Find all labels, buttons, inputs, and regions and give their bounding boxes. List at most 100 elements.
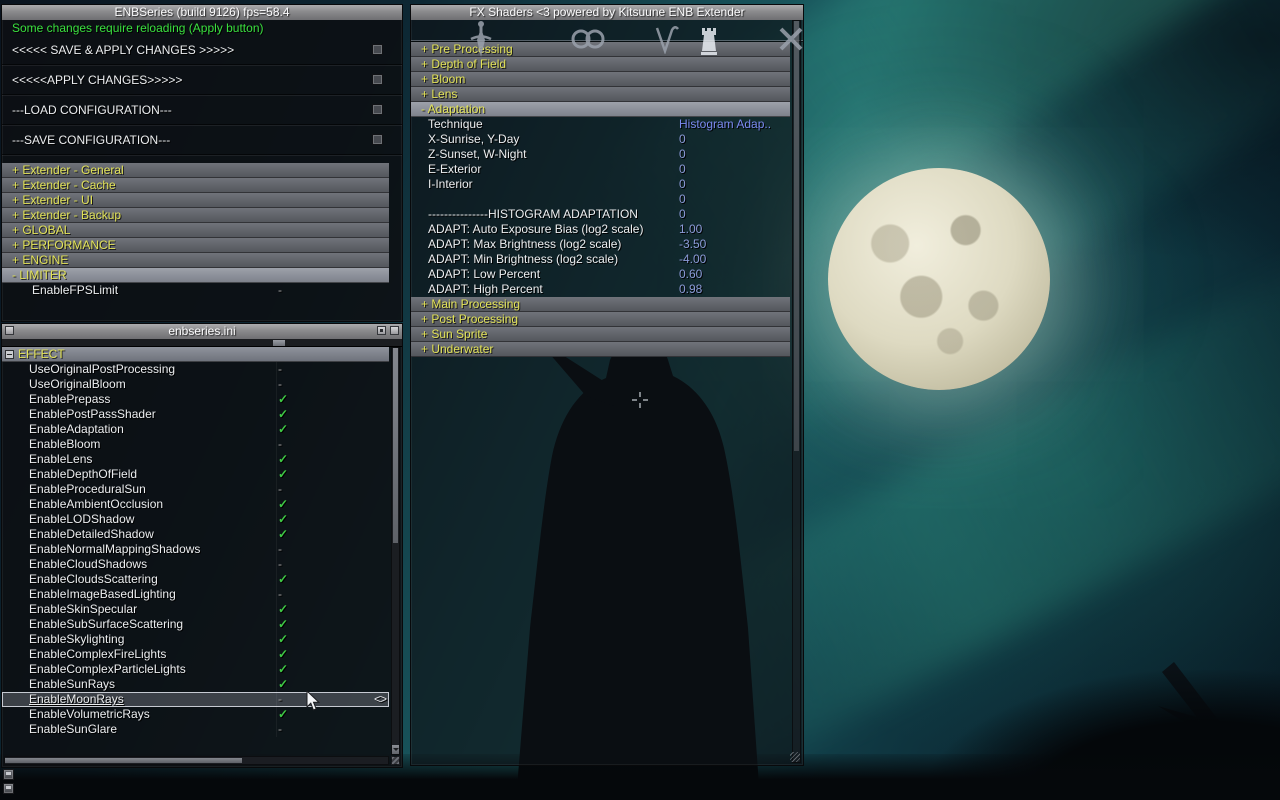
shader-group-row[interactable]: + Sun Sprite: [411, 327, 790, 342]
scroll-down-arrow-icon[interactable]: [392, 745, 399, 754]
param-value[interactable]: -: [278, 283, 282, 298]
ini-setting-row[interactable]: EnableComplexParticleLights ✓: [2, 662, 389, 677]
ini-setting-row[interactable]: EnableLens ✓: [2, 452, 389, 467]
action-checkbox[interactable]: [372, 74, 383, 85]
shader-param-value[interactable]: 0.98: [679, 282, 702, 297]
ini-setting-value[interactable]: ✓: [278, 392, 288, 407]
ini-setting-row[interactable]: EnableCloudsScattering ✓: [2, 572, 389, 587]
ini-setting-value[interactable]: -: [278, 587, 282, 602]
shader-param-value[interactable]: 0: [679, 207, 686, 222]
shader-param-row[interactable]: ---------------HISTOGRAM ADAPTATION 0: [411, 207, 803, 222]
ini-setting-value[interactable]: ✓: [278, 497, 288, 512]
ini-setting-value[interactable]: ✓: [278, 677, 288, 692]
category-row[interactable]: - LIMITER: [2, 268, 389, 283]
resize-grip[interactable]: [790, 752, 800, 762]
vertical-scrollbar[interactable]: [391, 347, 400, 755]
ini-setting-row[interactable]: EnablePostPassShader ✓: [2, 407, 389, 422]
ini-setting-value[interactable]: ✓: [278, 662, 288, 677]
ini-setting-value[interactable]: ✓: [278, 572, 288, 587]
minimized-window-icon-1[interactable]: [3, 769, 14, 780]
shader-param-row[interactable]: Z-Sunset, W-Night 0: [411, 147, 803, 162]
ini-setting-value[interactable]: ✓: [278, 527, 288, 542]
shader-group-row[interactable]: + Pre Processing: [411, 42, 790, 57]
shader-param-value[interactable]: -3.50: [679, 237, 706, 252]
param-row[interactable]: EnableFPSLimit -: [2, 283, 389, 298]
category-row[interactable]: + Extender - Cache: [2, 178, 389, 193]
shader-param-value[interactable]: 0: [679, 177, 686, 192]
action-button-row[interactable]: <<<<<APPLY CHANGES>>>>>: [2, 65, 402, 95]
shader-param-row[interactable]: ADAPT: High Percent 0.98: [411, 282, 803, 297]
ini-setting-row[interactable]: EnableSubSurfaceScattering ✓: [2, 617, 389, 632]
ini-setting-row[interactable]: EnableDepthOfField ✓: [2, 467, 389, 482]
ini-setting-row[interactable]: EnableSkylighting ✓: [2, 632, 389, 647]
shader-param-row[interactable]: ADAPT: Low Percent 0.60: [411, 267, 803, 282]
value-stepper[interactable]: <>: [374, 692, 387, 707]
category-row[interactable]: + Extender - UI: [2, 193, 389, 208]
close-icon[interactable]: [390, 326, 399, 335]
vertical-scrollbar[interactable]: [792, 20, 801, 763]
shader-param-value[interactable]: 0.60: [679, 267, 702, 282]
scrollbar-handle[interactable]: [5, 758, 243, 763]
shader-param-value[interactable]: Histogram Adap..: [679, 117, 771, 132]
shader-param-value[interactable]: 1.00: [679, 222, 702, 237]
shader-group-row[interactable]: - Adaptation: [411, 102, 790, 117]
horizontal-scrollbar[interactable]: [4, 756, 389, 765]
ini-setting-row[interactable]: EnableSunGlare -: [2, 722, 389, 737]
ini-setting-row[interactable]: EnableCloudShadows -: [2, 557, 389, 572]
ini-setting-value[interactable]: -: [278, 437, 282, 452]
enbseries-titlebar[interactable]: ENBSeries (build 9126) fps=58.4: [2, 5, 402, 20]
fx-titlebar[interactable]: FX Shaders <3 powered by Kitsuune ENB Ex…: [411, 5, 803, 20]
category-row[interactable]: + Extender - General: [2, 163, 389, 178]
ini-setting-value[interactable]: ✓: [278, 707, 288, 722]
ini-setting-value[interactable]: -: [278, 542, 282, 557]
ini-setting-row[interactable]: EnablePrepass ✓: [2, 392, 389, 407]
shader-param-row[interactable]: 0: [411, 192, 803, 207]
shader-group-row[interactable]: + Post Processing: [411, 312, 790, 327]
ini-setting-value[interactable]: -: [278, 362, 282, 377]
scrollbar-handle[interactable]: [794, 21, 799, 451]
ini-setting-value[interactable]: ✓: [278, 467, 288, 482]
ini-setting-value[interactable]: -: [278, 482, 282, 497]
action-checkbox[interactable]: [372, 104, 383, 115]
shader-group-row[interactable]: + Underwater: [411, 342, 790, 357]
ini-setting-row[interactable]: EnableAmbientOcclusion ✓: [2, 497, 389, 512]
shader-param-value[interactable]: 0: [679, 162, 686, 177]
ini-setting-row[interactable]: UseOriginalBloom -: [2, 377, 389, 392]
ini-setting-value[interactable]: ✓: [278, 617, 288, 632]
ini-titlebar[interactable]: enbseries.ini: [2, 324, 402, 339]
shader-param-value[interactable]: -4.00: [679, 252, 706, 267]
ini-setting-value[interactable]: -: [278, 377, 282, 392]
ini-setting-value[interactable]: ✓: [278, 452, 288, 467]
shader-param-row[interactable]: ADAPT: Max Brightness (log2 scale) -3.50: [411, 237, 803, 252]
shader-param-value[interactable]: 0: [679, 192, 686, 207]
category-row[interactable]: + Extender - Backup: [2, 208, 389, 223]
ini-setting-value[interactable]: -: [278, 722, 282, 737]
shader-group-row[interactable]: + Bloom: [411, 72, 790, 87]
action-button-row[interactable]: ---LOAD CONFIGURATION---: [2, 95, 402, 125]
ini-setting-row[interactable]: EnableComplexFireLights ✓: [2, 647, 389, 662]
shader-param-row[interactable]: ADAPT: Auto Exposure Bias (log2 scale) 1…: [411, 222, 803, 237]
ini-setting-value[interactable]: ✓: [278, 647, 288, 662]
ini-setting-row[interactable]: EnableLODShadow ✓: [2, 512, 389, 527]
shader-param-row[interactable]: ADAPT: Min Brightness (log2 scale) -4.00: [411, 252, 803, 267]
column-splitter[interactable]: [2, 339, 402, 347]
ini-setting-value[interactable]: ✓: [278, 422, 288, 437]
category-row[interactable]: + ENGINE: [2, 253, 389, 268]
collapse-box-icon[interactable]: [5, 350, 14, 359]
shader-param-row[interactable]: X-Sunrise, Y-Day 0: [411, 132, 803, 147]
ini-setting-value[interactable]: ✓: [278, 512, 288, 527]
shader-param-value[interactable]: 0: [679, 147, 686, 162]
ini-setting-value[interactable]: ✓: [278, 632, 288, 647]
ini-setting-value[interactable]: -: [278, 557, 282, 572]
splitter-handle[interactable]: [273, 340, 285, 346]
ini-setting-row[interactable]: UseOriginalPostProcessing -: [2, 362, 389, 377]
ini-setting-row[interactable]: EnableVolumetricRays ✓: [2, 707, 389, 722]
ini-setting-row[interactable]: EnableNormalMappingShadows -: [2, 542, 389, 557]
pin-icon[interactable]: [377, 326, 386, 335]
ini-setting-row[interactable]: EnableAdaptation ✓: [2, 422, 389, 437]
category-row[interactable]: + PERFORMANCE: [2, 238, 389, 253]
ini-setting-row[interactable]: EnableProceduralSun -: [2, 482, 389, 497]
shader-param-row[interactable]: E-Exterior 0: [411, 162, 803, 177]
action-checkbox[interactable]: [372, 134, 383, 145]
action-button-row[interactable]: ---SAVE CONFIGURATION---: [2, 125, 402, 155]
